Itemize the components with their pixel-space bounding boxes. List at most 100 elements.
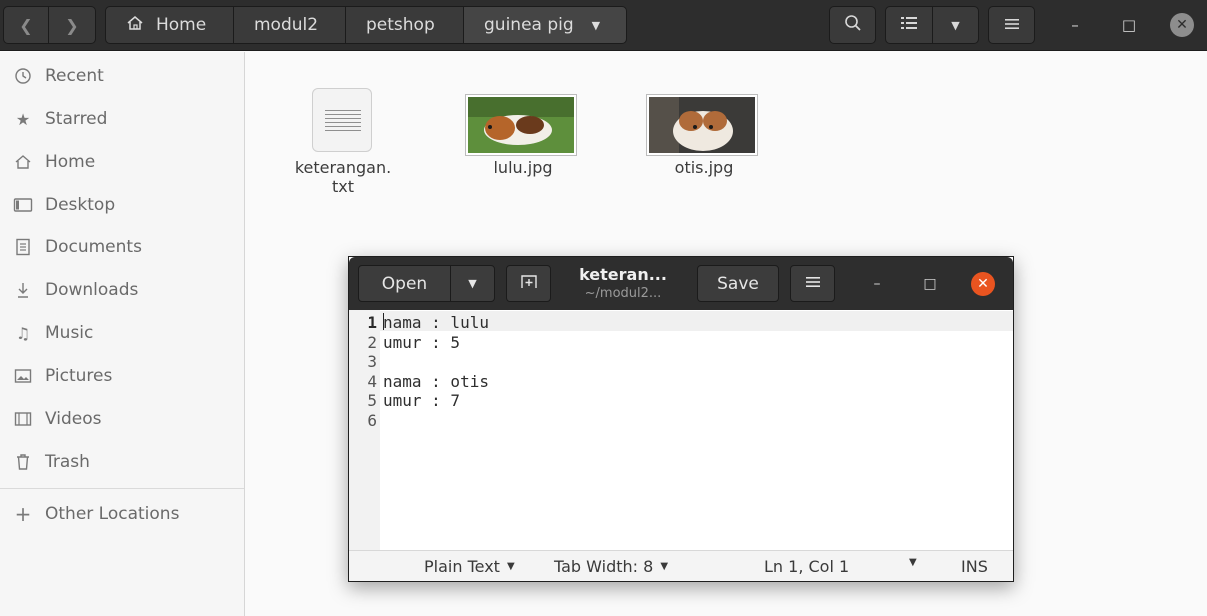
line-number: 5 [367,391,377,411]
sidebar-item-label: Home [45,152,96,172]
sidebar-item-label: Trash [45,452,90,472]
file-item-otis[interactable]: otis.jpg [635,94,773,184]
sidebar-item-label: Documents [45,237,142,257]
sidebar-item-label: Videos [45,409,102,429]
line-number: 2 [367,332,377,352]
sidebar-item-label: Other Locations [45,504,180,524]
editor-minimize-button[interactable]: – [865,272,889,296]
breadcrumb-petshop[interactable]: petshop [345,6,464,44]
file-name: otis.jpg [674,158,734,177]
trash-icon [12,451,34,473]
back-button[interactable]: ❮ [3,6,49,44]
insert-mode-label: INS [961,557,988,576]
chevron-down-icon: ▼ [951,18,960,32]
hamburger-icon [1004,16,1020,35]
video-icon [12,408,34,430]
clock-icon [12,65,34,87]
tab-width-selector[interactable]: Tab Width: 8 ▼ [554,557,668,576]
image-thumbnail [646,94,758,156]
open-label: Open [381,273,428,294]
sidebar-item-label: Starred [45,109,108,129]
breadcrumb-label: petshop [366,15,435,35]
text-editor-window: Open ▼ keteran... ~/modul2... Save – □ ✕… [348,256,1014,582]
sidebar-item-videos[interactable]: Videos [0,399,244,439]
editor-statusbar: Plain Text ▼ Tab Width: 8 ▼ Ln 1, Col 1 … [349,550,1013,581]
view-options-button[interactable]: ▼ [932,6,979,44]
guinea-pig-photo [468,97,574,153]
search-icon [844,14,862,36]
text-area[interactable]: 1 2 3 4 5 6 nama : lulu umur : 5 nama : … [349,311,1013,549]
image-thumbnail [465,94,577,156]
music-icon: ♫ [15,323,31,343]
document-title: keteran... ~/modul2... [567,265,679,301]
sidebar-divider [0,488,244,489]
position-menu-button[interactable]: ▼ [909,557,917,568]
maximize-button[interactable]: □ [1117,13,1141,37]
hamburger-icon [805,274,821,294]
sidebar-item-downloads[interactable]: Downloads [0,270,244,310]
sidebar-item-pictures[interactable]: Pictures [0,356,244,396]
chevron-left-icon: ❮ [19,15,33,35]
desktop-icon [12,194,34,216]
home-icon [126,15,144,35]
close-icon: ✕ [1176,17,1188,33]
insert-mode: INS [961,557,988,576]
chevron-down-icon: ▼ [468,277,477,290]
chevron-down-icon[interactable]: ▼ [592,19,600,32]
file-item-lulu[interactable]: lulu.jpg [454,94,592,184]
sidebar-item-documents[interactable]: Documents [0,227,244,267]
file-manager-headerbar: ❮ ❯ Home modul2 petshop guinea pig ▼ ▼ – [0,0,1207,51]
guinea-pig-photo [649,97,755,153]
sidebar-item-label: Downloads [45,280,139,300]
minimize-button[interactable]: – [1063,13,1087,37]
search-button[interactable] [829,6,876,44]
language-selector[interactable]: Plain Text ▼ [424,557,515,576]
view-toggle-button[interactable] [885,6,933,44]
line-number: 6 [367,411,377,430]
save-button[interactable]: Save [697,265,779,302]
open-recent-button[interactable]: ▼ [450,265,495,302]
chevron-right-icon: ❯ [65,15,79,35]
minimize-icon: – [873,276,881,292]
sidebar-item-desktop[interactable]: Desktop [0,185,244,225]
document-icon [12,236,34,258]
sidebar-item-label: Music [45,323,94,343]
editor-maximize-button[interactable]: □ [918,272,942,296]
sidebar-item-home[interactable]: Home [0,142,244,182]
breadcrumb-modul2[interactable]: modul2 [233,6,346,44]
cursor-position[interactable]: Ln 1, Col 1 [764,557,849,576]
sidebar-item-label: Pictures [45,366,113,386]
sidebar-item-other-locations[interactable]: + Other Locations [0,494,244,534]
new-tab-button[interactable] [506,265,551,302]
forward-button[interactable]: ❯ [48,6,96,44]
sidebar-item-label: Recent [45,66,104,86]
tab-width-label: Tab Width: 8 [554,557,654,576]
editor-menu-button[interactable] [790,265,835,302]
open-button[interactable]: Open [358,265,451,302]
code-line: umur : 5 [383,332,461,352]
editor-close-button[interactable]: ✕ [971,272,995,296]
minimize-icon: – [1071,16,1079,34]
chevron-down-icon: ▼ [660,561,669,572]
editor-headerbar: Open ▼ keteran... ~/modul2... Save – □ ✕ [349,257,1013,310]
line-number: 4 [367,371,377,391]
breadcrumb-home[interactable]: Home [105,6,234,44]
document-name: keteran... [579,265,667,284]
file-name: keterangan. [294,158,392,177]
maximize-icon: □ [923,276,937,292]
document-path: ~/modul2... [584,286,662,301]
breadcrumb-label: modul2 [254,15,319,35]
sidebar-item-starred[interactable]: ★ Starred [0,99,244,139]
breadcrumb-guinea-pig[interactable]: guinea pig ▼ [463,6,627,44]
language-label: Plain Text [424,557,500,576]
sidebar-item-music[interactable]: ♫ Music [0,313,244,353]
sidebar-item-trash[interactable]: Trash [0,442,244,482]
code-line: nama : lulu [383,313,489,332]
code-line: nama : otis [383,371,489,391]
code-line: umur : 7 [383,391,461,411]
close-icon: ✕ [977,276,989,292]
sidebar-item-recent[interactable]: Recent [0,56,244,96]
menu-button[interactable] [988,6,1035,44]
close-button[interactable]: ✕ [1170,13,1194,37]
file-item-keterangan[interactable]: keterangan. txt [282,88,404,198]
